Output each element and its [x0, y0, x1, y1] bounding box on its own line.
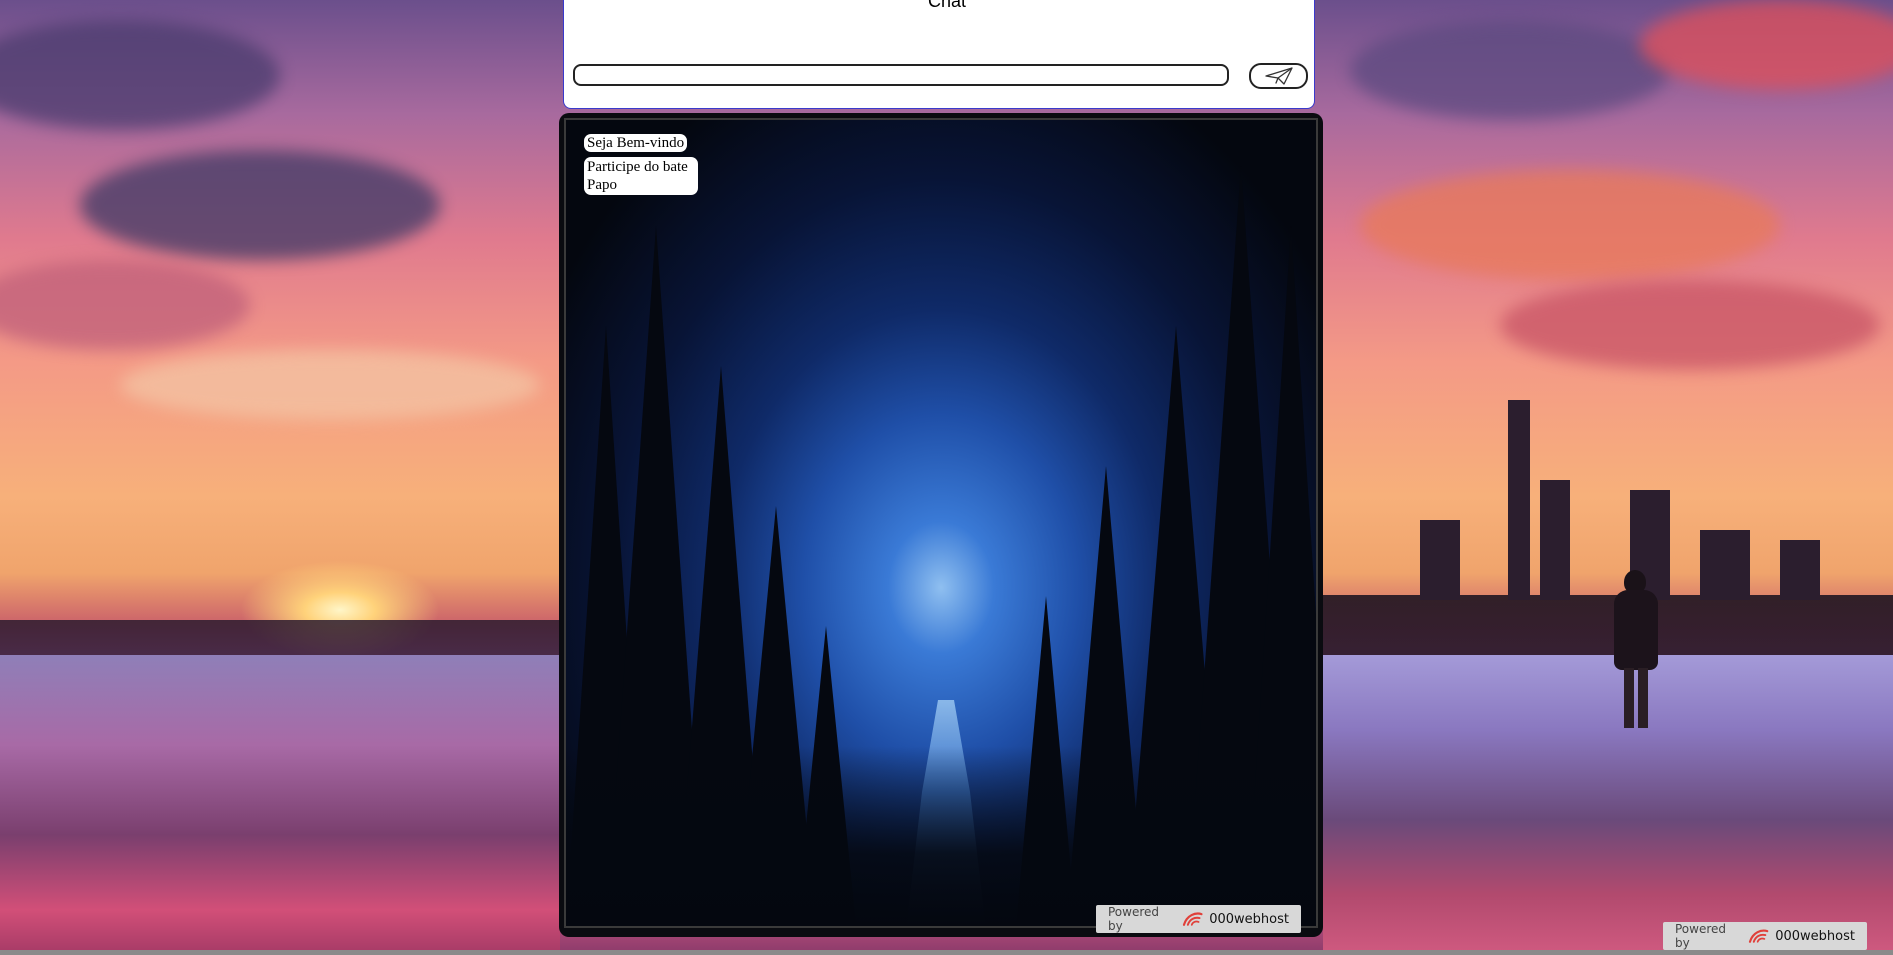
forest-scene-background: Seja Bem-vindo Participe do bate Papo: [564, 118, 1318, 928]
messages-frame: Seja Bem-vindo Participe do bate Papo: [559, 113, 1323, 937]
horizon-right: [1323, 595, 1893, 657]
background-cloud: [1350, 20, 1670, 120]
skyline-building: [1420, 520, 1460, 600]
standing-person: [1610, 570, 1662, 730]
background-cloud: [120, 350, 540, 420]
powered-by-badge[interactable]: Powered by 000webhost: [1663, 922, 1867, 950]
powered-by-brand: 000webhost: [1775, 928, 1855, 944]
horizon-left: [0, 620, 560, 658]
background-cloud: [0, 20, 280, 130]
powered-by-label: Powered by: [1675, 922, 1727, 950]
chat-legend: Chat: [924, 0, 971, 10]
send-button[interactable]: [1249, 63, 1308, 89]
background-cloud: [80, 150, 440, 260]
skyline-building: [1508, 400, 1530, 600]
chat-message: Seja Bem-vindo: [584, 134, 688, 152]
000webhost-logo-icon: [1748, 929, 1769, 943]
bottom-scrollbar[interactable]: [0, 950, 1893, 955]
skyline-building: [1540, 480, 1570, 600]
background-cloud: [1500, 280, 1880, 370]
skyline-building: [1700, 530, 1750, 600]
skyline-building: [1780, 540, 1820, 600]
chat-message: Participe do bate Papo: [584, 157, 698, 195]
water-left: [0, 655, 560, 955]
background-cloud: [0, 260, 250, 350]
000webhost-logo-icon: [1182, 912, 1203, 926]
page-background: Chat Seja Bem-vindo Participe do bate Pa…: [0, 0, 1893, 955]
chat-fieldset: Chat: [563, 0, 1315, 109]
powered-by-badge[interactable]: Powered by 000webhost: [1096, 905, 1301, 933]
powered-by-label: Powered by: [1108, 905, 1160, 933]
powered-by-brand: 000webhost: [1209, 911, 1289, 927]
background-cloud: [1640, 0, 1893, 90]
scene-ground-shadow: [566, 746, 1316, 926]
water-right: [1323, 655, 1893, 955]
message-input[interactable]: [573, 64, 1229, 86]
background-cloud: [1360, 170, 1780, 280]
paper-plane-icon: [1264, 67, 1293, 85]
